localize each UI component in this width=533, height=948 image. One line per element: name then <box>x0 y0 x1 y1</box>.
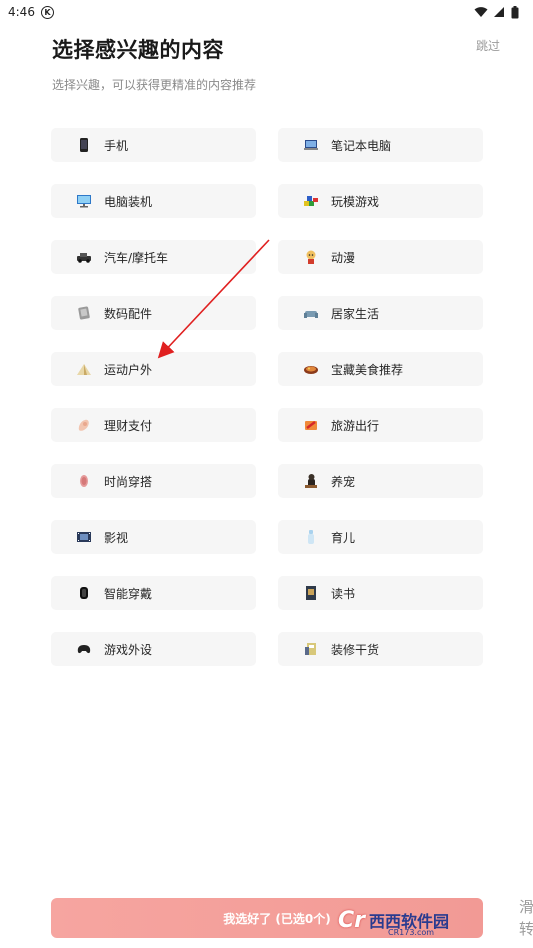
category-label: 装修干货 <box>331 642 380 657</box>
fashion-icon <box>76 473 92 489</box>
category-chip[interactable]: 手机 <box>51 128 256 162</box>
notification-badge-icon: K <box>40 5 54 19</box>
category-label: 旅游出行 <box>331 418 380 433</box>
category-label: 笔记本电脑 <box>331 138 392 153</box>
status-left: 4:46 K <box>8 5 54 19</box>
skip-button[interactable]: 跳过 <box>476 37 500 54</box>
category-label: 运动户外 <box>104 362 153 377</box>
category-label: 智能穿戴 <box>104 586 153 601</box>
category-label: 游戏外设 <box>104 642 153 657</box>
category-label: 动漫 <box>331 250 356 265</box>
category-label: 手机 <box>104 138 129 153</box>
wifi-icon <box>474 7 488 17</box>
confirm-label: 我选好了 (已选0个) <box>223 911 331 926</box>
watermark-site: CR173.com <box>388 928 435 937</box>
category-chip[interactable]: 电脑装机 <box>51 184 256 218</box>
category-label: 电脑装机 <box>104 194 153 209</box>
category-label: 影视 <box>104 530 129 545</box>
category-chip[interactable]: 数码配件 <box>51 296 256 330</box>
category-label: 汽车/摩托车 <box>104 250 169 265</box>
anime-character-icon <box>303 249 319 265</box>
status-right <box>474 5 519 19</box>
book-icon <box>303 585 319 601</box>
pet-icon <box>303 473 319 489</box>
gamepad-icon <box>76 641 92 657</box>
accessory-icon <box>76 305 92 321</box>
category-chip[interactable]: 装修干货 <box>278 632 483 666</box>
page-title: 选择感兴趣的内容 <box>52 38 224 62</box>
category-chip[interactable]: 旅游出行 <box>278 408 483 442</box>
header: 选择感兴趣的内容 选择兴趣，可以获得更精准的内容推荐 <box>52 34 502 93</box>
category-label: 养宠 <box>331 474 356 489</box>
film-icon <box>76 529 92 545</box>
category-chip[interactable]: 汽车/摩托车 <box>51 240 256 274</box>
category-label: 育儿 <box>331 530 356 545</box>
category-label: 居家生活 <box>331 306 380 321</box>
page-subtitle: 选择兴趣，可以获得更精准的内容推荐 <box>52 78 257 92</box>
car-icon <box>76 249 92 265</box>
category-chip[interactable]: 养宠 <box>278 464 483 498</box>
category-chip[interactable]: 居家生活 <box>278 296 483 330</box>
tent-icon <box>76 361 92 377</box>
watermark-logo-icon: Cr <box>338 907 365 933</box>
category-chip[interactable]: 运动户外 <box>51 352 256 386</box>
category-chip[interactable]: 宝藏美食推荐 <box>278 352 483 386</box>
category-label: 宝藏美食推荐 <box>331 362 404 377</box>
category-chip[interactable]: 游戏外设 <box>51 632 256 666</box>
category-chip[interactable]: 时尚穿搭 <box>51 464 256 498</box>
food-icon <box>303 361 319 377</box>
category-chip[interactable]: 育儿 <box>278 520 483 554</box>
smartwatch-icon <box>76 585 92 601</box>
status-time: 4:46 <box>8 5 35 19</box>
category-label: 理财支付 <box>104 418 153 433</box>
edge-cut-text: 滑转 <box>519 898 533 938</box>
sofa-icon <box>303 305 319 321</box>
toy-blocks-icon <box>303 193 319 209</box>
laptop-icon <box>303 137 319 153</box>
category-label: 读书 <box>331 586 356 601</box>
renovation-icon <box>303 641 319 657</box>
category-label: 玩模游戏 <box>331 194 380 209</box>
signal-icon <box>494 7 504 17</box>
category-label: 数码配件 <box>104 306 153 321</box>
baby-bottle-icon <box>303 529 319 545</box>
category-chip[interactable]: 影视 <box>51 520 256 554</box>
category-label: 时尚穿搭 <box>104 474 153 489</box>
category-chip[interactable]: 智能穿戴 <box>51 576 256 610</box>
monitor-icon <box>76 193 92 209</box>
category-grid: 手机 笔记本电脑电脑装机 玩模游戏汽车/摩托车 动漫数码配件 居家生活运动户外 宝藏美食推… <box>51 128 483 666</box>
coins-icon <box>76 417 92 433</box>
category-chip[interactable]: 动漫 <box>278 240 483 274</box>
category-chip[interactable]: 理财支付 <box>51 408 256 442</box>
category-chip[interactable]: 玩模游戏 <box>278 184 483 218</box>
category-chip[interactable]: 读书 <box>278 576 483 610</box>
battery-icon <box>511 5 519 18</box>
category-chip[interactable]: 笔记本电脑 <box>278 128 483 162</box>
phone-icon <box>76 137 92 153</box>
travel-icon <box>303 417 319 433</box>
status-bar: 4:46 K <box>0 0 533 24</box>
watermark: Cr 西西软件园 CR173.com <box>338 900 449 940</box>
